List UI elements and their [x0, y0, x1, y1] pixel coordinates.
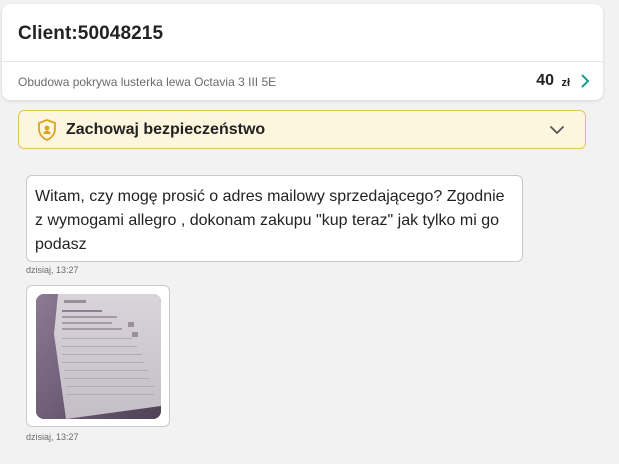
chat-view: Client:50048215 Obudowa pokrywa lusterka… — [0, 0, 619, 464]
safety-banner[interactable]: Zachowaj bezpieczeństwo — [18, 110, 586, 149]
offer-currency: zł — [561, 77, 570, 89]
conversation-header: Client:50048215 Obudowa pokrywa lusterka… — [2, 4, 603, 100]
offer-name: Obudowa pokrywa lusterka lewa Octavia 3 … — [18, 75, 277, 89]
message-timestamp: dzisiaj, 13:27 — [26, 432, 79, 442]
offer-price: 40 — [536, 72, 554, 89]
offer-link[interactable]: Obudowa pokrywa lusterka lewa Octavia 3 … — [2, 62, 603, 100]
shield-lock-icon — [38, 119, 56, 141]
message-timestamp: dzisiaj, 13:27 — [26, 265, 79, 275]
chevron-right-icon[interactable] — [577, 73, 593, 89]
chevron-down-icon[interactable] — [549, 123, 565, 137]
attachment-image[interactable] — [36, 294, 161, 419]
safety-label: Zachowaj bezpieczeństwo — [66, 121, 266, 138]
message-bubble: Witam, czy mogę prosić o adres mailowy s… — [26, 175, 523, 262]
screenshot-photo-image — [36, 294, 161, 419]
image-message[interactable] — [26, 285, 170, 427]
client-title: Client:50048215 — [18, 23, 164, 44]
